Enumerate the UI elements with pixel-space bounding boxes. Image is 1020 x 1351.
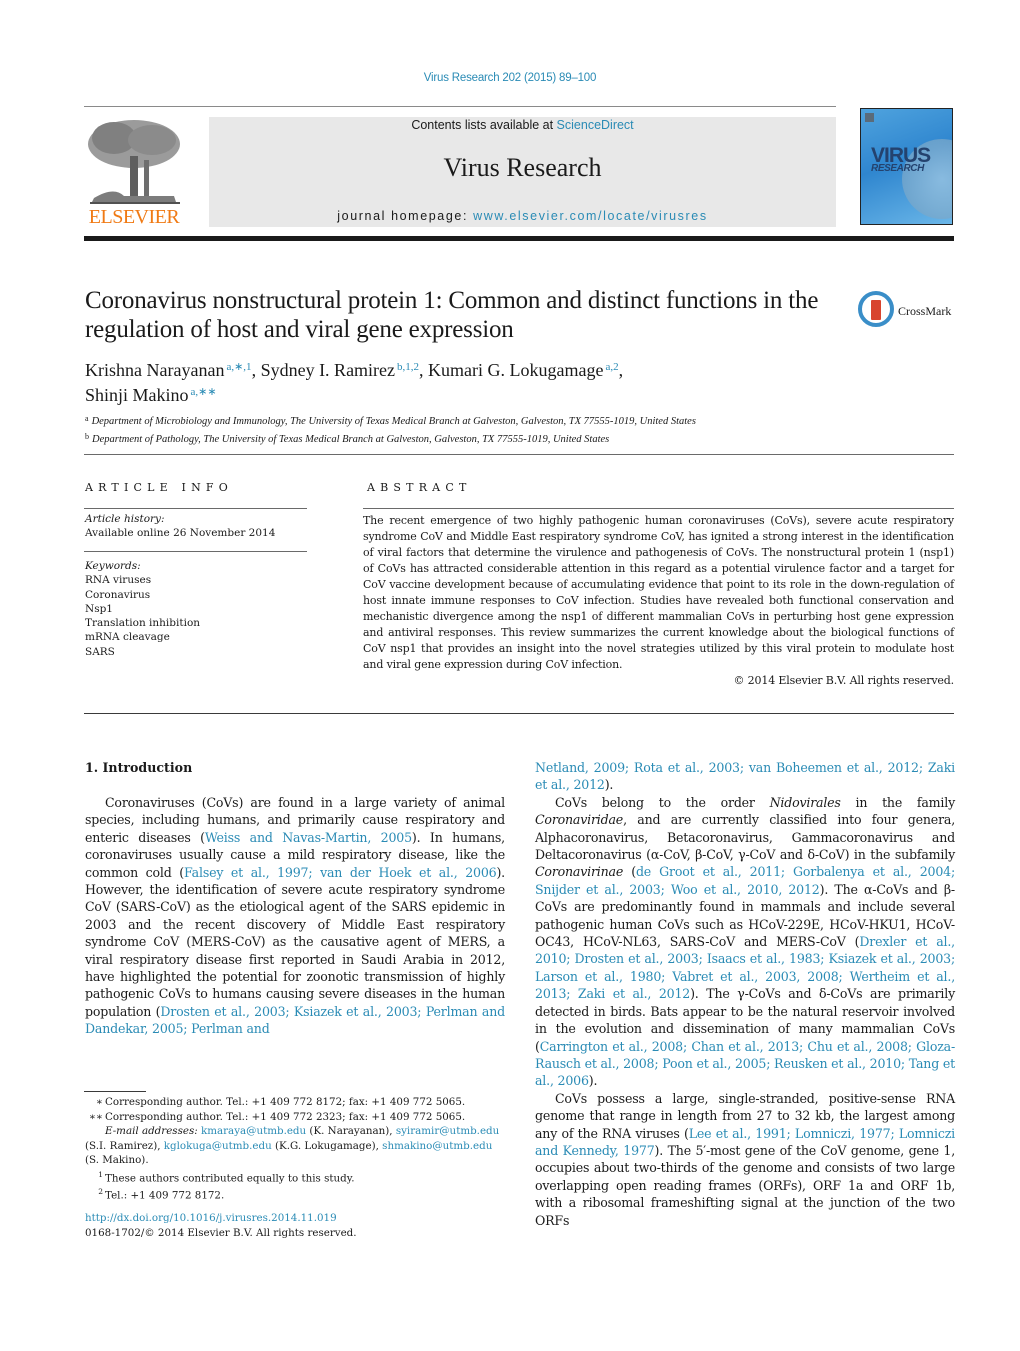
citation-link[interactable]: Weiss and Navas-Martin, 2005 [205,830,412,845]
citation-link[interactable]: Lee et al., 1991; Lomniczi, 1977; Lomnic… [535,1126,955,1158]
keyword: Translation inhibition [85,617,201,630]
footnote-corresponding-2: ∗∗ Corresponding author. Tel.: +1 409 772… [89,1110,466,1123]
issn-copyright: 0168-1702/© 2014 Elsevier B.V. All right… [85,1227,357,1239]
author-affiliation-marks[interactable]: b,1,2 [397,361,419,373]
author[interactable]: Shinji Makino a,∗∗ [85,385,217,405]
header-thick-rule [84,236,954,241]
cover-logo-icon [865,113,874,122]
journal-title: Virus Research [443,153,602,182]
abstract-rule [363,508,954,509]
keyword: mRNA cleavage [85,631,170,644]
author-affiliation-marks[interactable]: a,2 [605,361,618,373]
footnote-emails: E-mail addresses: kmaraya@utmb.edu (K. N… [85,1125,500,1166]
abstract-body: The recent emergence of two highly patho… [363,513,954,689]
author[interactable]: Kumari G. Lokugamage a,2 [428,360,619,380]
author[interactable]: Krishna Narayanan a,∗,1 [85,360,252,380]
keywords: Keywords: RNA viruses Coronavirus Nsp1 T… [85,559,200,659]
homepage-prefix: journal homepage: [337,209,474,223]
affiliation-b: b Department of Pathology, The University… [85,432,610,445]
footnote-telephone: 2 Tel.: +1 409 772 8172. [98,1187,225,1202]
citation-link[interactable]: Drexler et al., 2010; Drosten et al., 20… [535,934,955,1001]
cover-subtitle: RESEARCH [871,163,924,174]
doi-block: http://dx.doi.org/10.1016/j.virusres.201… [85,1211,357,1241]
intro-paragraph-1-continued: Netland, 2009; Rota et al., 2003; van Bo… [535,760,955,793]
citation-link[interactable]: Netland, 2009; Rota et al., 2003; van Bo… [535,760,955,792]
author-affiliation-marks[interactable]: a,∗∗ [191,386,217,398]
elsevier-wordmark: ELSEVIER [88,206,180,228]
affiliations: a Department of Microbiology and Immunolo… [85,411,955,447]
journal-cover-image[interactable]: VIRUS RESEARCH [860,108,953,225]
abstract-copyright: © 2014 Elsevier B.V. All rights reserved… [733,674,954,687]
crossmark-ribbon-icon [871,300,881,320]
crossmark-label: CrossMark [898,304,952,318]
abstract-heading: ABSTRACT [367,481,472,494]
footnote-rule [84,1091,146,1092]
author-affiliation-marks[interactable]: a,∗,1 [226,361,251,373]
abstract-bottom-rule [84,713,954,714]
introduction-heading: 1. Introduction [85,760,193,775]
elsevier-tree-icon [88,120,180,204]
footnote-corresponding-1: ∗ Corresponding author. Tel.: +1 409 772 … [96,1096,466,1108]
contents-prefix: Contents lists available at [411,118,557,132]
article-info-rule [84,508,307,509]
journal-header-band: Contents lists available at ScienceDirec… [209,117,836,227]
author-list: Krishna Narayanan a,∗,1, Sydney I. Ramire… [85,360,624,405]
footnotes: ∗ Corresponding author. Tel.: +1 409 772 … [85,1095,505,1203]
article-title: Coronavirus nonstructural protein 1: Com… [85,287,819,343]
journal-reference[interactable]: Virus Research 202 (2015) 89–100 [0,72,1020,84]
email-link[interactable]: kglokuga@utmb.edu [164,1140,272,1152]
keyword: Coronavirus [85,588,151,601]
keyword: RNA viruses [85,574,152,587]
email-link[interactable]: kmaraya@utmb.edu [201,1125,306,1137]
citation-link[interactable]: Falsey et al., 1997; van der Hoek et al.… [184,865,497,880]
affiliation-rule [84,454,954,455]
contents-line: Contents lists available at ScienceDirec… [209,117,836,132]
intro-paragraph-2: CoVs belong to the order Nidovirales in … [535,794,956,1089]
keyword: Nsp1 [85,602,113,615]
crossmark-badge[interactable]: CrossMark [858,291,958,329]
intro-paragraph-1: Coronaviruses (CoVs) are found in a larg… [85,795,505,1037]
email-link[interactable]: shmakino@utmb.edu [382,1140,492,1152]
right-column: Netland, 2009; Rota et al., 2003; van Bo… [535,759,955,1229]
left-column: Coronaviruses (CoVs) are found in a larg… [85,794,505,1038]
header-top-rule [84,106,836,107]
keywords-label: Keywords: [85,560,141,572]
article-history: Article history: Available online 26 Nov… [85,512,275,541]
intro-paragraph-3: CoVs possess a large, single-stranded, p… [535,1090,956,1228]
keywords-rule [84,551,307,552]
citation-link[interactable]: Carrington et al., 2008; Chan et al., 20… [535,1039,955,1089]
affiliation-a: a Department of Microbiology and Immunolo… [85,414,696,427]
article-info-heading: ARTICLE INFO [85,481,233,494]
history-value: Available online 26 November 2014 [85,527,276,540]
author[interactable]: Sydney I. Ramirez b,1,2 [261,360,419,380]
email-link[interactable]: syiramir@utmb.edu [396,1125,499,1137]
keyword: SARS [85,645,115,658]
doi-link[interactable]: http://dx.doi.org/10.1016/j.virusres.201… [85,1212,337,1224]
sciencedirect-link[interactable]: ScienceDirect [557,118,634,132]
abstract-text: The recent emergence of two highly patho… [363,514,954,671]
citation-link[interactable]: Drosten et al., 2003; Ksiazek et al., 20… [85,1004,505,1036]
elsevier-logo[interactable]: ELSEVIER [84,116,184,229]
footnote-equal-contribution: 1 These authors contributed equally to th… [98,1169,355,1184]
history-label: Article history: [85,513,165,525]
italic-term: Coronaviridae [535,812,624,828]
italic-term: Coronavirinae [535,864,624,880]
italic-term: Nidovirales [769,794,841,810]
journal-homepage-link[interactable]: www.elsevier.com/locate/virusres [473,209,708,223]
homepage-line: journal homepage: www.elsevier.com/locat… [209,209,836,223]
